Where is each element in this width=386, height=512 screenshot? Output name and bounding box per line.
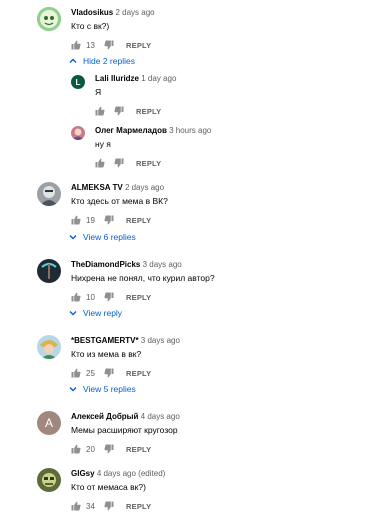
reply-actions: REPLY: [95, 105, 161, 117]
comment-actions: 13 REPLY: [71, 39, 151, 51]
thumb-up-icon[interactable]: [71, 292, 81, 302]
avatar[interactable]: [37, 182, 61, 206]
like-count: 34: [86, 501, 95, 511]
avatar[interactable]: А: [37, 411, 61, 435]
comment-header: Vladosikus 2 days ago: [71, 8, 155, 18]
avatar[interactable]: [37, 335, 61, 359]
chevron-down-icon: [69, 311, 77, 316]
comment-author[interactable]: ALMEKSA TV: [71, 183, 123, 192]
thumb-down-icon[interactable]: [104, 40, 114, 50]
avatar-image: [37, 7, 61, 31]
reply-button[interactable]: REPLY: [126, 216, 151, 225]
comment-author[interactable]: GIGsy: [71, 469, 95, 478]
reply-button[interactable]: REPLY: [136, 107, 161, 116]
comment-author[interactable]: Алексей Добрый: [71, 412, 138, 421]
comment-header: ALMEKSA TV 2 days ago: [71, 183, 164, 193]
like-count: 13: [86, 40, 95, 50]
comment-text: Кто из мема в вк?: [71, 349, 142, 359]
thumb-down-icon[interactable]: [104, 292, 114, 302]
thumb-up-icon[interactable]: [71, 444, 81, 454]
comment-text: Нихрена не понял, что курил автор?: [71, 273, 215, 283]
reply-header: Lali Iluridze 1 day ago: [95, 74, 176, 84]
comment-author[interactable]: *BESTGAMERTV*: [71, 336, 139, 345]
comment-header: TheDiamondPicks 3 days ago: [71, 260, 182, 270]
reply-time[interactable]: 1 day ago: [141, 74, 176, 83]
thumb-up-icon[interactable]: [71, 40, 81, 50]
thumb-up-icon[interactable]: [95, 158, 105, 168]
avatar[interactable]: [37, 259, 61, 283]
reply-text: Я: [95, 87, 102, 97]
avatar-letter: А: [44, 416, 53, 430]
comment-time[interactable]: 2 days ago: [115, 8, 154, 17]
comment-actions: 34 REPLY: [71, 500, 151, 512]
comment-actions: 19 REPLY: [71, 214, 151, 226]
comment-text: Кто здесь от мема в ВК?: [71, 196, 168, 206]
thumb-down-icon[interactable]: [104, 501, 114, 511]
comment-author[interactable]: Vladosikus: [71, 8, 113, 17]
avatar-letter: L: [75, 77, 81, 87]
comment-actions: 25 REPLY: [71, 367, 151, 379]
avatar-image: [37, 259, 61, 283]
comment-text: Мемы расширяют кругозор: [71, 425, 178, 435]
comment-time[interactable]: 4 days ago: [141, 412, 180, 421]
view-replies-button[interactable]: View 6 replies: [69, 231, 136, 243]
toggle-label: View 6 replies: [83, 232, 136, 242]
thumb-down-icon[interactable]: [114, 106, 124, 116]
like-count: 19: [86, 215, 95, 225]
avatar-image: [37, 182, 61, 206]
reply-author[interactable]: Lali Iluridze: [95, 74, 139, 83]
view-replies-button[interactable]: View reply: [69, 307, 122, 319]
toggle-label: View 5 replies: [83, 384, 136, 394]
avatar-image: [37, 335, 61, 359]
thumb-down-icon[interactable]: [104, 368, 114, 378]
reply-button[interactable]: REPLY: [126, 445, 151, 454]
chevron-up-icon: [69, 58, 77, 63]
chevron-down-icon: [69, 387, 77, 392]
comment-time[interactable]: 4 days ago (edited): [97, 469, 166, 478]
reply-author[interactable]: Олег Мармеладов: [95, 126, 167, 135]
toggle-label: View reply: [83, 308, 123, 318]
hide-replies-button[interactable]: Hide 2 replies: [69, 55, 135, 67]
avatar-image: [37, 468, 61, 492]
reply-time[interactable]: 3 hours ago: [169, 126, 211, 135]
view-replies-button[interactable]: View 5 replies: [69, 383, 136, 395]
avatar[interactable]: [37, 7, 61, 31]
reply-actions: REPLY: [95, 157, 161, 169]
like-count: 25: [86, 368, 95, 378]
comment-text: Кто с вк?): [71, 21, 110, 31]
reply-button[interactable]: REPLY: [136, 159, 161, 168]
chevron-down-icon: [69, 235, 77, 240]
reply-text: ну я: [95, 139, 111, 149]
like-count: 20: [86, 444, 95, 454]
comment-time[interactable]: 2 days ago: [125, 183, 164, 192]
toggle-label: Hide 2 replies: [83, 56, 135, 66]
comment-actions: 20 REPLY: [71, 443, 151, 455]
thumb-up-icon[interactable]: [71, 501, 81, 511]
comment-header: *BESTGAMERTV* 3 days ago: [71, 336, 180, 346]
comment-author[interactable]: TheDiamondPicks: [71, 260, 140, 269]
comment-actions: 10 REPLY: [71, 291, 151, 303]
reply-button[interactable]: REPLY: [126, 369, 151, 378]
comment-time[interactable]: 3 days ago: [143, 260, 182, 269]
thumb-up-icon[interactable]: [71, 368, 81, 378]
avatar[interactable]: [37, 468, 61, 492]
comment-header: GIGsy 4 days ago (edited): [71, 469, 165, 479]
like-count: 10: [86, 292, 95, 302]
comment-text: Кто от мемаса вк?): [71, 482, 146, 492]
avatar-image: [71, 126, 85, 140]
avatar[interactable]: [71, 126, 85, 140]
comment-header: Алексей Добрый 4 days ago: [71, 412, 180, 422]
thumb-down-icon[interactable]: [104, 215, 114, 225]
reply-button[interactable]: REPLY: [126, 293, 151, 302]
reply-button[interactable]: REPLY: [126, 41, 151, 50]
reply-button[interactable]: REPLY: [126, 502, 151, 511]
reply-header: Олег Мармеладов 3 hours ago: [95, 126, 211, 136]
comment-time[interactable]: 3 days ago: [141, 336, 180, 345]
thumb-up-icon[interactable]: [71, 215, 81, 225]
thumb-up-icon[interactable]: [95, 106, 105, 116]
thumb-down-icon[interactable]: [104, 444, 114, 454]
avatar[interactable]: L: [71, 75, 85, 89]
thumb-down-icon[interactable]: [114, 158, 124, 168]
